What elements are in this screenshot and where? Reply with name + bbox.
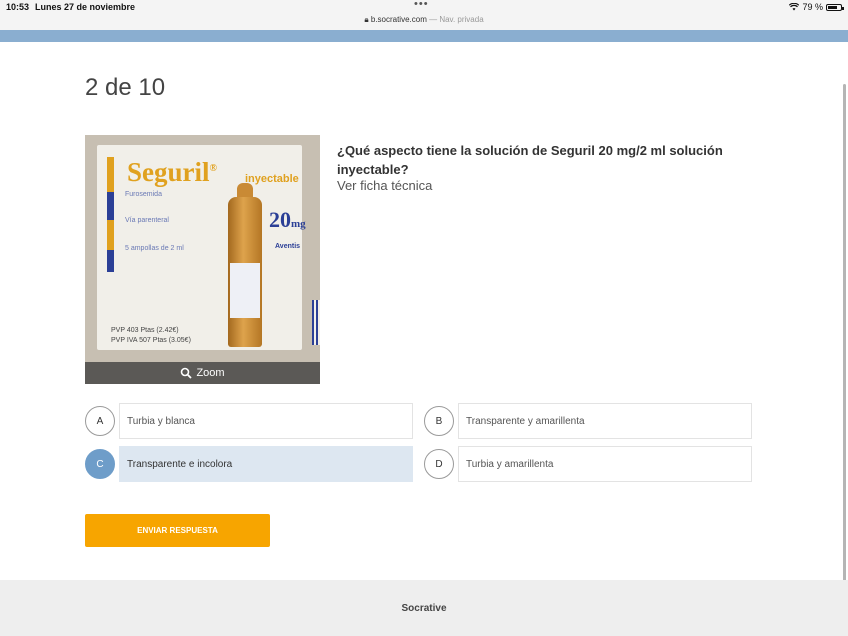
box-stripe [107, 192, 114, 220]
answer-text[interactable]: Transparente y amarillenta [458, 403, 752, 439]
ficha-tecnica-link[interactable]: Ver ficha técnica [337, 178, 432, 193]
battery-fill [828, 5, 838, 9]
battery-percent: 79 % [802, 2, 823, 12]
scrollbar[interactable] [843, 84, 846, 584]
status-bar: 10:53 Lunes 27 de noviembre ••• 🔒︎ b.socr… [0, 0, 848, 30]
footer-brand: Socrative [401, 602, 447, 614]
more-icon[interactable]: ••• [414, 0, 429, 10]
status-time: 10:53 Lunes 27 de noviembre [6, 2, 135, 12]
lock-icon: 🔒︎ [364, 15, 369, 24]
barcode [312, 300, 320, 345]
product-maker: Aventis [275, 243, 301, 250]
clock-text: 10:53 [6, 2, 30, 12]
zoom-label: Zoom [196, 367, 225, 379]
battery-icon [826, 3, 844, 11]
answer-letter[interactable]: C [85, 449, 115, 479]
question-progress: 2 de 10 [85, 74, 166, 101]
ampoule-label [230, 263, 260, 318]
answer-option[interactable]: B Transparente y amarillenta [424, 403, 752, 439]
product-sub: inyectable [245, 173, 299, 185]
address-bar[interactable]: 🔒︎ b.socrative.com — Nav. privada [0, 15, 848, 25]
box-stripe [107, 157, 114, 192]
search-icon [181, 367, 193, 379]
top-accent-bar [0, 30, 848, 42]
date-text: Lunes 27 de noviembre [35, 2, 136, 12]
product-brand: Seguril® [127, 157, 217, 187]
answer-letter[interactable]: D [424, 449, 454, 479]
question-image[interactable]: Seguril® inyectable Furosemida Vía paren… [85, 135, 320, 384]
zoom-button[interactable]: Zoom [85, 362, 320, 384]
submit-answer-button[interactable]: ENVIAR RESPUESTA [85, 514, 270, 547]
answer-letter[interactable]: B [424, 406, 454, 436]
product-generic: Furosemida [125, 191, 162, 198]
box-stripe [107, 220, 114, 250]
product-route: Vía parenteral [125, 217, 169, 224]
private-label: — Nav. privada [429, 15, 484, 24]
answer-text[interactable]: Turbia y blanca [119, 403, 413, 439]
footer: Socrative [0, 580, 848, 636]
answer-option[interactable]: D Turbia y amarillenta [424, 446, 752, 482]
product-pack: 5 ampollas de 2 ml [125, 245, 184, 252]
product-photo: Seguril® inyectable Furosemida Vía paren… [97, 145, 320, 350]
answer-letter[interactable]: A [85, 406, 115, 436]
question-text: ¿Qué aspecto tiene la solución de Seguri… [337, 143, 723, 177]
product-dose: 20mg [269, 207, 306, 232]
answer-text[interactable]: Transparente e incolora [119, 446, 413, 482]
url-text: b.socrative.com [370, 15, 427, 24]
status-right: 79 % [789, 2, 844, 12]
wifi-icon [789, 3, 800, 11]
box-stripe [107, 250, 114, 272]
answer-option[interactable]: C Transparente e incolora [85, 446, 413, 482]
answer-text[interactable]: Turbia y amarillenta [458, 446, 752, 482]
answer-option[interactable]: A Turbia y blanca [85, 403, 413, 439]
product-pvp: PVP 403 Ptas (2.42€) [111, 327, 179, 334]
product-pvpiva: PVP IVA 507 Ptas (3.05€) [111, 337, 191, 344]
